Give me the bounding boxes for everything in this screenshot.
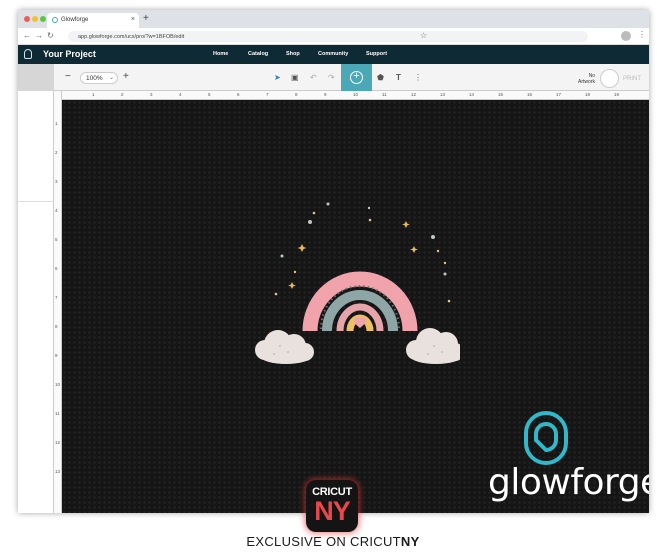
badge-bottom-text: NY bbox=[314, 496, 351, 526]
redo-icon[interactable]: ↷ bbox=[328, 73, 335, 82]
browser-tab[interactable]: Glowforge × bbox=[47, 13, 139, 28]
zoom-out-button[interactable]: − bbox=[65, 71, 71, 82]
sparkle-dots bbox=[274, 202, 451, 305]
more-options-icon[interactable]: ⋮ bbox=[414, 73, 422, 82]
h-ruler-label: 8 bbox=[295, 92, 298, 97]
h-ruler-label: 10 bbox=[353, 92, 359, 97]
browser-address-bar: ← → ↻ app.glowforge.com/ucs/pro/?w=1BFOB… bbox=[18, 28, 649, 45]
panel-divider bbox=[18, 201, 54, 202]
h-ruler-label: 3 bbox=[150, 92, 153, 97]
close-window-button[interactable] bbox=[24, 16, 30, 22]
print-button[interactable] bbox=[600, 69, 619, 88]
zoom-value: 100% bbox=[86, 75, 103, 82]
nav-shop[interactable]: Shop bbox=[286, 51, 300, 57]
h-ruler-label: 12 bbox=[411, 92, 417, 97]
select-pointer-icon[interactable]: ➤ bbox=[274, 73, 281, 82]
project-title[interactable]: Your Project bbox=[43, 49, 96, 59]
url-input[interactable]: app.glowforge.com/ucs/pro/?w=1BFOB/edit bbox=[68, 31, 588, 42]
glowforge-logo-icon[interactable] bbox=[24, 49, 32, 59]
v-ruler-label: 11 bbox=[55, 411, 60, 416]
glowforge-brand-name: glowforge bbox=[488, 462, 649, 503]
reload-icon[interactable]: ↻ bbox=[47, 31, 54, 40]
v-ruler-label: 10 bbox=[55, 382, 61, 387]
image-tool-icon[interactable]: ▣ bbox=[291, 73, 299, 82]
vertical-ruler: 1 2 3 4 5 6 7 8 9 10 11 12 13 bbox=[54, 91, 62, 513]
h-ruler-label: 7 bbox=[266, 92, 269, 97]
caption-suffix: NY bbox=[400, 534, 420, 549]
screenshot-stage: Glowforge × + ← → ↻ app.glowforge.com/uc… bbox=[0, 0, 666, 552]
profile-avatar[interactable] bbox=[621, 31, 631, 41]
h-ruler-label: 4 bbox=[179, 92, 182, 97]
nav-home[interactable]: Home bbox=[213, 51, 228, 57]
v-ruler-label: 6 bbox=[55, 266, 58, 271]
tab-close-icon[interactable]: × bbox=[131, 16, 135, 23]
v-ruler-label: 1 bbox=[55, 121, 58, 126]
text-tool-icon[interactable]: T bbox=[396, 73, 401, 82]
back-arrow-icon[interactable]: ← bbox=[23, 31, 31, 40]
browser-window: Glowforge × + ← → ↻ app.glowforge.com/uc… bbox=[18, 10, 649, 513]
artwork-status: No Artwork bbox=[578, 73, 595, 85]
horizontal-ruler: 1 2 3 4 5 6 7 8 9 10 11 12 13 14 15 16 17 18 19 bbox=[62, 91, 649, 100]
h-ruler-label: 15 bbox=[498, 92, 504, 97]
zoom-in-button[interactable]: + bbox=[123, 71, 129, 82]
add-artwork-button[interactable]: + bbox=[341, 64, 372, 91]
h-ruler-label: 11 bbox=[382, 92, 387, 97]
h-ruler-label: 13 bbox=[440, 92, 446, 97]
undo-icon[interactable]: ↶ bbox=[310, 73, 317, 82]
rainbow-artwork[interactable] bbox=[250, 196, 460, 376]
v-ruler-label: 3 bbox=[55, 179, 58, 184]
glowforge-favicon-icon bbox=[52, 17, 58, 23]
v-ruler-label: 5 bbox=[55, 237, 58, 242]
tab-title: Glowforge bbox=[61, 17, 89, 23]
left-panel bbox=[18, 91, 54, 513]
caption-prefix: EXCLUSIVE ON CRICUT bbox=[246, 534, 401, 549]
toolbar-left-block bbox=[18, 64, 54, 91]
design-canvas[interactable]: glowforge bbox=[62, 100, 649, 513]
v-ruler-label: 12 bbox=[55, 440, 61, 445]
v-ruler-label: 2 bbox=[55, 150, 58, 155]
v-ruler-label: 9 bbox=[55, 353, 58, 358]
h-ruler-label: 18 bbox=[585, 92, 591, 97]
zoom-select[interactable]: 100% ⌄ bbox=[80, 72, 118, 84]
maximize-window-button[interactable] bbox=[40, 16, 46, 22]
h-ruler-label: 6 bbox=[237, 92, 240, 97]
h-ruler-label: 2 bbox=[121, 92, 124, 97]
h-ruler-label: 19 bbox=[614, 92, 620, 97]
app-header: Your Project Home Catalog Shop Community… bbox=[18, 45, 649, 64]
browser-menu-icon[interactable]: ⋮ bbox=[638, 30, 646, 39]
cricut-ny-badge: CRICUT NY bbox=[306, 480, 358, 532]
forward-arrow-icon[interactable]: → bbox=[35, 31, 43, 40]
browser-tab-bar: Glowforge × + bbox=[18, 10, 649, 28]
shapes-icon[interactable]: ⬟ bbox=[377, 73, 384, 82]
bookmark-star-icon[interactable]: ☆ bbox=[420, 31, 427, 40]
nav-support[interactable]: Support bbox=[366, 51, 387, 57]
h-ruler-label: 5 bbox=[208, 92, 211, 97]
v-ruler-label: 13 bbox=[55, 469, 61, 474]
nav-catalog[interactable]: Catalog bbox=[248, 51, 268, 57]
new-tab-button[interactable]: + bbox=[143, 13, 149, 24]
nav-community[interactable]: Community bbox=[318, 51, 348, 57]
h-ruler-label: 16 bbox=[527, 92, 533, 97]
v-ruler-label: 8 bbox=[55, 324, 58, 329]
exclusive-caption: EXCLUSIVE ON CRICUTNY bbox=[0, 534, 666, 549]
h-ruler-label: 14 bbox=[469, 92, 475, 97]
print-label: PRINT bbox=[623, 76, 641, 82]
chevron-down-icon: ⌄ bbox=[108, 75, 114, 81]
minimize-window-button[interactable] bbox=[32, 16, 38, 22]
h-ruler-label: 17 bbox=[556, 92, 562, 97]
v-ruler-label: 4 bbox=[55, 208, 58, 213]
v-ruler-label: 7 bbox=[55, 295, 58, 300]
h-ruler-label: 9 bbox=[324, 92, 327, 97]
plus-circle-icon: + bbox=[350, 71, 363, 84]
editor-toolbar: − 100% ⌄ + ➤ ▣ ↶ ↷ + ⬟ T ⋮ No Artwork PR… bbox=[18, 64, 649, 91]
h-ruler-label: 1 bbox=[92, 92, 95, 97]
left-cloud bbox=[255, 330, 314, 364]
glowforge-brand-icon bbox=[524, 410, 568, 466]
